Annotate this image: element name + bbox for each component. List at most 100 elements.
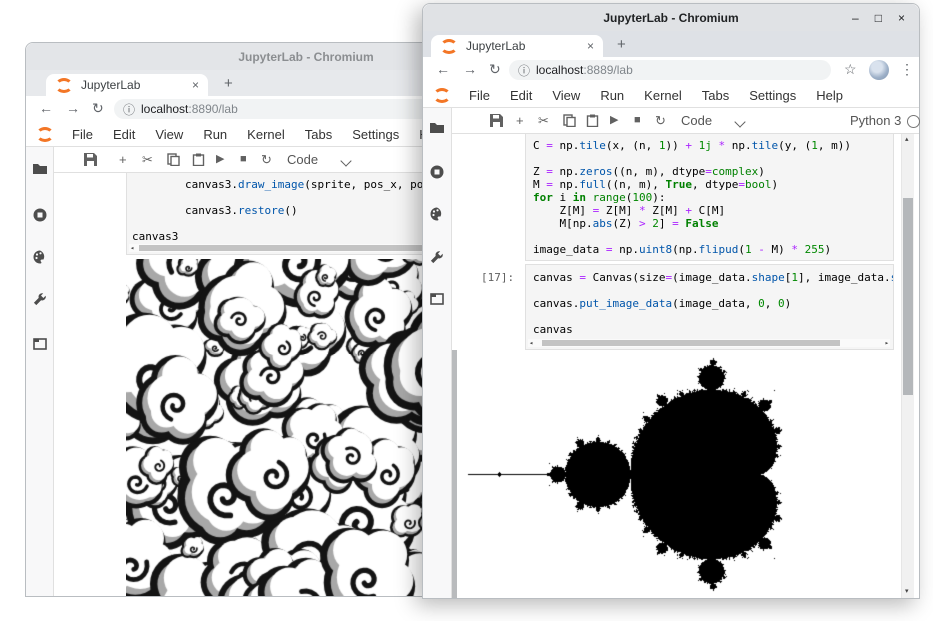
execution-count: [17]: bbox=[481, 271, 514, 284]
tab-strip: JupyterLab × + bbox=[423, 31, 919, 57]
chevron-down-icon[interactable] bbox=[340, 155, 351, 166]
browser-menu-icon[interactable]: ⋮ bbox=[900, 61, 914, 78]
menu-run[interactable]: Run bbox=[193, 127, 237, 142]
cell-type-dropdown[interactable]: Code bbox=[681, 113, 712, 128]
restart-kernel-icon[interactable]: ↻ bbox=[655, 113, 666, 128]
menu-file[interactable]: File bbox=[62, 127, 103, 142]
open-tabs-icon[interactable] bbox=[32, 336, 48, 352]
menu-settings[interactable]: Settings bbox=[342, 127, 409, 142]
front-browser-window: JupyterLab - Chromium – □ × JupyterLab ×… bbox=[422, 3, 920, 599]
scroll-down-icon[interactable]: ▾ bbox=[905, 588, 909, 596]
close-icon[interactable]: × bbox=[898, 11, 905, 25]
window-controls: – □ × bbox=[852, 4, 905, 31]
new-tab-button[interactable]: + bbox=[617, 36, 626, 53]
paste-cells-icon[interactable] bbox=[192, 153, 205, 166]
scroll-left-icon[interactable]: ◂ bbox=[529, 339, 533, 347]
url-bar[interactable]: ⓘ localhost:8889/lab bbox=[509, 60, 831, 80]
scrollbar-thumb[interactable] bbox=[542, 340, 840, 346]
menu-run[interactable]: Run bbox=[590, 88, 634, 103]
tab-title: JupyterLab bbox=[81, 78, 192, 92]
cut-cells-icon[interactable]: ✂ bbox=[538, 113, 549, 128]
menu-edit[interactable]: Edit bbox=[500, 88, 542, 103]
url-host: localhost bbox=[141, 102, 188, 116]
url-path: :8889/lab bbox=[583, 63, 632, 77]
tab-close-icon[interactable]: × bbox=[192, 78, 199, 92]
new-tab-button[interactable]: + bbox=[224, 75, 233, 92]
jupyterlab-menubar: File Edit View Run Kernel Tabs Settings … bbox=[423, 84, 919, 107]
minimize-icon[interactable]: – bbox=[852, 11, 859, 25]
site-info-icon[interactable]: ⓘ bbox=[123, 101, 135, 118]
window-title: JupyterLab - Chromium bbox=[238, 50, 373, 64]
tab-close-icon[interactable]: × bbox=[587, 39, 594, 53]
menu-view[interactable]: View bbox=[145, 127, 193, 142]
menu-file[interactable]: File bbox=[459, 88, 500, 103]
scroll-left-icon[interactable]: ◂ bbox=[130, 244, 134, 252]
command-palette-icon[interactable] bbox=[32, 249, 48, 265]
url-bar[interactable]: ⓘ localhost:8890/lab bbox=[114, 99, 444, 119]
scroll-up-icon[interactable]: ▴ bbox=[905, 136, 909, 144]
running-sessions-icon[interactable] bbox=[32, 207, 48, 223]
command-palette-icon[interactable] bbox=[429, 206, 445, 222]
property-inspector-icon[interactable] bbox=[429, 249, 445, 265]
copy-cells-icon[interactable] bbox=[563, 114, 576, 127]
maximize-icon[interactable]: □ bbox=[875, 11, 882, 25]
forward-icon[interactable]: → bbox=[463, 61, 477, 77]
scrollbar-thumb[interactable] bbox=[903, 198, 913, 395]
code-cell[interactable]: canvas = Canvas(size=(image_data.shape[1… bbox=[525, 264, 894, 350]
running-sessions-icon[interactable] bbox=[429, 164, 445, 180]
jupyter-favicon bbox=[55, 78, 73, 93]
open-tabs-icon[interactable] bbox=[429, 291, 445, 307]
menu-tabs[interactable]: Tabs bbox=[692, 88, 739, 103]
add-cell-icon[interactable]: + bbox=[119, 152, 127, 167]
menu-help[interactable]: Help bbox=[806, 88, 853, 103]
property-inspector-icon[interactable] bbox=[32, 291, 48, 307]
cell-horizontal-scrollbar[interactable]: ◂ ▸ bbox=[528, 339, 890, 347]
cell-type-dropdown[interactable]: Code bbox=[287, 152, 318, 167]
site-info-icon[interactable]: ⓘ bbox=[518, 62, 530, 79]
chevron-down-icon[interactable] bbox=[734, 116, 745, 127]
file-browser-icon[interactable] bbox=[429, 120, 445, 136]
reload-icon[interactable]: ↻ bbox=[92, 100, 104, 117]
save-icon[interactable] bbox=[84, 153, 97, 166]
menu-view[interactable]: View bbox=[542, 88, 590, 103]
file-browser-icon[interactable] bbox=[32, 161, 48, 177]
add-cell-icon[interactable]: + bbox=[516, 113, 524, 128]
left-sidebar bbox=[26, 147, 54, 596]
back-icon[interactable]: ← bbox=[39, 100, 53, 116]
forward-icon[interactable]: → bbox=[66, 100, 80, 116]
left-sidebar bbox=[423, 108, 452, 598]
run-cell-icon[interactable]: ▶ bbox=[610, 113, 618, 128]
code-cell[interactable]: C = np.tile(x, (n, 1)) + 1j * np.tile(y,… bbox=[525, 134, 894, 261]
kernel-status-icon[interactable] bbox=[907, 115, 920, 128]
menu-settings[interactable]: Settings bbox=[739, 88, 806, 103]
menu-kernel[interactable]: Kernel bbox=[634, 88, 692, 103]
menu-tabs[interactable]: Tabs bbox=[295, 127, 342, 142]
notebook-content: C = np.tile(x, (n, 1)) + 1j * np.tile(y,… bbox=[452, 134, 919, 598]
paste-cells-icon[interactable] bbox=[586, 114, 599, 127]
copy-cells-icon[interactable] bbox=[167, 153, 180, 166]
url-host: localhost bbox=[536, 63, 583, 77]
profile-avatar[interactable] bbox=[869, 60, 889, 80]
browser-tab[interactable]: JupyterLab × bbox=[431, 35, 603, 57]
restart-kernel-icon[interactable]: ↻ bbox=[261, 152, 272, 167]
back-icon[interactable]: ← bbox=[436, 61, 450, 77]
jupyter-logo bbox=[36, 127, 54, 142]
browser-tab[interactable]: JupyterLab × bbox=[46, 74, 208, 96]
menu-kernel[interactable]: Kernel bbox=[237, 127, 295, 142]
scroll-right-icon[interactable]: ▸ bbox=[885, 339, 889, 347]
run-cell-icon[interactable]: ▶ bbox=[216, 152, 224, 167]
notebook-vertical-scrollbar[interactable]: ▴ ▾ bbox=[901, 134, 914, 598]
browser-toolbar: ← → ↻ ⓘ localhost:8889/lab ☆ ⋮ bbox=[423, 57, 919, 85]
desktop: JupyterLab - Chromium JupyterLab × + ← →… bbox=[0, 0, 933, 621]
cut-cells-icon[interactable]: ✂ bbox=[142, 152, 153, 167]
kernel-name[interactable]: Python 3 bbox=[850, 113, 901, 128]
interrupt-kernel-icon[interactable]: ■ bbox=[240, 152, 247, 167]
window-title: JupyterLab - Chromium bbox=[603, 11, 738, 25]
reload-icon[interactable]: ↻ bbox=[489, 61, 501, 78]
window-titlebar[interactable]: JupyterLab - Chromium bbox=[423, 4, 919, 31]
save-icon[interactable] bbox=[490, 114, 503, 127]
bookmark-star-icon[interactable]: ☆ bbox=[844, 61, 857, 78]
notebook-toolbar: + ✂ ▶ ■ ↻ Code Python 3 bbox=[452, 108, 919, 134]
menu-edit[interactable]: Edit bbox=[103, 127, 145, 142]
interrupt-kernel-icon[interactable]: ■ bbox=[634, 113, 641, 128]
